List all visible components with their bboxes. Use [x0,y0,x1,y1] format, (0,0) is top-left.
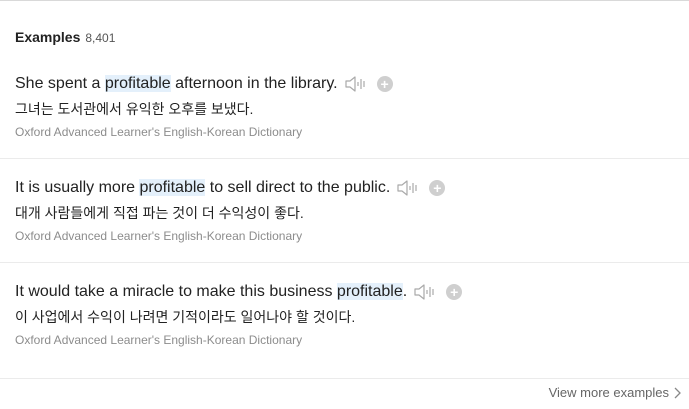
highlighted-keyword[interactable]: profitable [139,179,206,196]
sentence-text-after: afternoon in the library. [170,75,338,92]
example-translation: 그녀는 도서관에서 유익한 오후를 보냈다. [15,101,254,117]
examples-panel: Examples 8,401 She spent a profitable af… [0,0,689,409]
plus-icon[interactable]: + [429,180,446,196]
example-item: It is usually more profitable to sell di… [15,176,689,243]
examples-count: 8,401 [85,31,116,45]
speaker-icon[interactable] [413,282,437,302]
example-divider [0,158,689,159]
sentence-text-after: to sell direct to the public. [205,179,391,196]
example-translation: 대개 사람들에게 직접 파는 것이 더 수익성이 좋다. [15,205,304,221]
footer-divider [0,378,689,379]
example-translation: 이 사업에서 수익이 나려면 기적이라도 일어나야 할 것이다. [15,309,356,325]
example-divider [0,262,689,263]
view-more-label[interactable]: View more examples [549,385,669,400]
sentence-text-after: . [402,283,408,300]
plus-icon[interactable]: + [376,76,393,92]
example-source: Oxford Advanced Learner's English-Korean… [15,125,303,139]
highlighted-keyword[interactable]: profitable [336,283,403,300]
speaker-icon[interactable] [396,178,420,198]
view-more-examples-link[interactable]: View more examples [549,385,681,400]
sentence-text-before: It would take a miracle to make this bus… [15,283,337,300]
sentence-text-before: She spent a [15,75,105,92]
example-source: Oxford Advanced Learner's English-Korean… [15,333,303,347]
speaker-icon[interactable] [344,74,368,94]
plus-icon[interactable]: + [446,284,463,300]
example-item: It would take a miracle to make this bus… [15,280,689,347]
example-sentence: It would take a miracle to make this bus… [15,283,407,301]
example-sentence: She spent a profitable afternoon in the … [15,75,338,93]
example-sentence-row: It would take a miracle to make this bus… [15,280,689,304]
chevron-right-icon [674,387,681,398]
example-item: She spent a profitable afternoon in the … [15,72,689,139]
example-source: Oxford Advanced Learner's English-Korean… [15,229,303,243]
sentence-text-before: It is usually more [15,179,140,196]
example-sentence-row: She spent a profitable afternoon in the … [15,72,689,96]
example-sentence-row: It is usually more profitable to sell di… [15,176,689,200]
example-sentence: It is usually more profitable to sell di… [15,179,390,197]
examples-title: Examples [15,29,81,45]
highlighted-keyword[interactable]: profitable [104,75,171,92]
examples-header: Examples 8,401 [15,29,115,45]
